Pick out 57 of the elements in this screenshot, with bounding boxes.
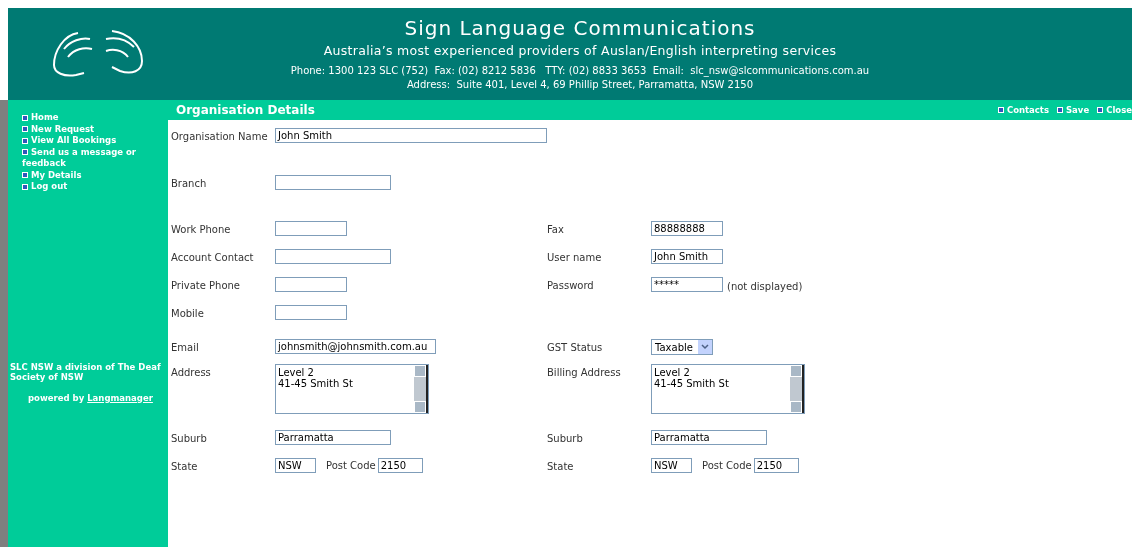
scrollbar[interactable] <box>790 365 804 413</box>
bullet-icon <box>1097 107 1104 114</box>
field-label: Work Phone <box>171 223 232 237</box>
field-label: Password <box>547 279 595 293</box>
input-field[interactable]: NSW <box>651 458 692 473</box>
text-area[interactable]: Level 2 41-45 Smith St <box>275 364 429 414</box>
input-field[interactable]: John Smith <box>651 249 723 264</box>
input-field[interactable]: 2150 <box>753 458 799 473</box>
input-field[interactable]: 2150 <box>377 458 423 473</box>
bullet-icon <box>1057 107 1063 114</box>
input-field[interactable]: 88888888 <box>651 221 723 236</box>
input-field[interactable]: Parramatta <box>275 430 391 445</box>
field-label: Post Code <box>326 459 376 473</box>
bullet-icon <box>22 183 28 190</box>
field-label: Suburb <box>171 432 208 446</box>
field-label: Organisation Name <box>171 130 269 144</box>
field-label: Email <box>171 341 200 355</box>
page-title: Organisation Details <box>176 102 315 119</box>
tagline: Australia’s most experienced providers of Auslan/English interpreting services <box>323 42 837 60</box>
text-area[interactable]: Level 2 41-45 Smith St <box>651 364 805 414</box>
input-field[interactable] <box>275 305 347 320</box>
field-label: Private Phone <box>171 279 242 293</box>
input-field[interactable] <box>275 249 391 264</box>
input-field[interactable]: NSW <box>275 458 316 473</box>
input-field[interactable]: johnsmith@johnsmith.com.au <box>275 339 436 354</box>
input-field[interactable] <box>275 277 347 292</box>
field-label: State <box>171 460 199 474</box>
field-label: Suburb <box>547 432 584 446</box>
field-label: Branch <box>171 177 208 191</box>
input-field[interactable]: ***** <box>651 277 723 292</box>
field-label: Mobile <box>171 307 205 321</box>
field-label: GST Status <box>547 341 604 355</box>
site-title: Sign Language Communications <box>404 16 756 40</box>
field-label: Account Contact <box>171 251 255 265</box>
bullet-icon <box>22 114 28 121</box>
field-label: Billing Address <box>547 366 622 380</box>
input-field[interactable] <box>275 175 391 190</box>
input-field[interactable]: John Smith <box>275 128 547 143</box>
input-field[interactable]: Parramatta <box>651 430 767 445</box>
bullet-icon <box>997 107 1004 114</box>
field-label: State <box>547 460 575 474</box>
field-label: Post Code <box>702 459 752 473</box>
field-label: Address <box>171 366 212 380</box>
scrollbar[interactable] <box>414 365 428 413</box>
bullet-icon <box>22 172 28 178</box>
contact-text: Phone: 1300 123 SLC (752) Fax: (02) 8212 5836 TTY: (02) 8833 3653 Email: slc_nsw@slcommunications.com.au <box>290 64 870 78</box>
note-text: (not displayed) <box>727 280 803 294</box>
field-label: User name <box>547 251 603 265</box>
powered-text: powered by <box>28 391 85 405</box>
address-text: Address: Suite 401, Level 4, 69 Phillip Street, Parramatta, NSW 2150 <box>406 78 754 91</box>
footer-text: SLC NSW a division of The Deaf Society of NSW <box>9 361 162 382</box>
input-field[interactable] <box>275 221 347 236</box>
bullet-icon <box>22 149 28 155</box>
bullet-icon <box>22 137 28 144</box>
bullet-icon <box>22 126 28 132</box>
select-field[interactable]: Taxable <box>651 339 713 355</box>
field-label: Fax <box>547 223 565 237</box>
